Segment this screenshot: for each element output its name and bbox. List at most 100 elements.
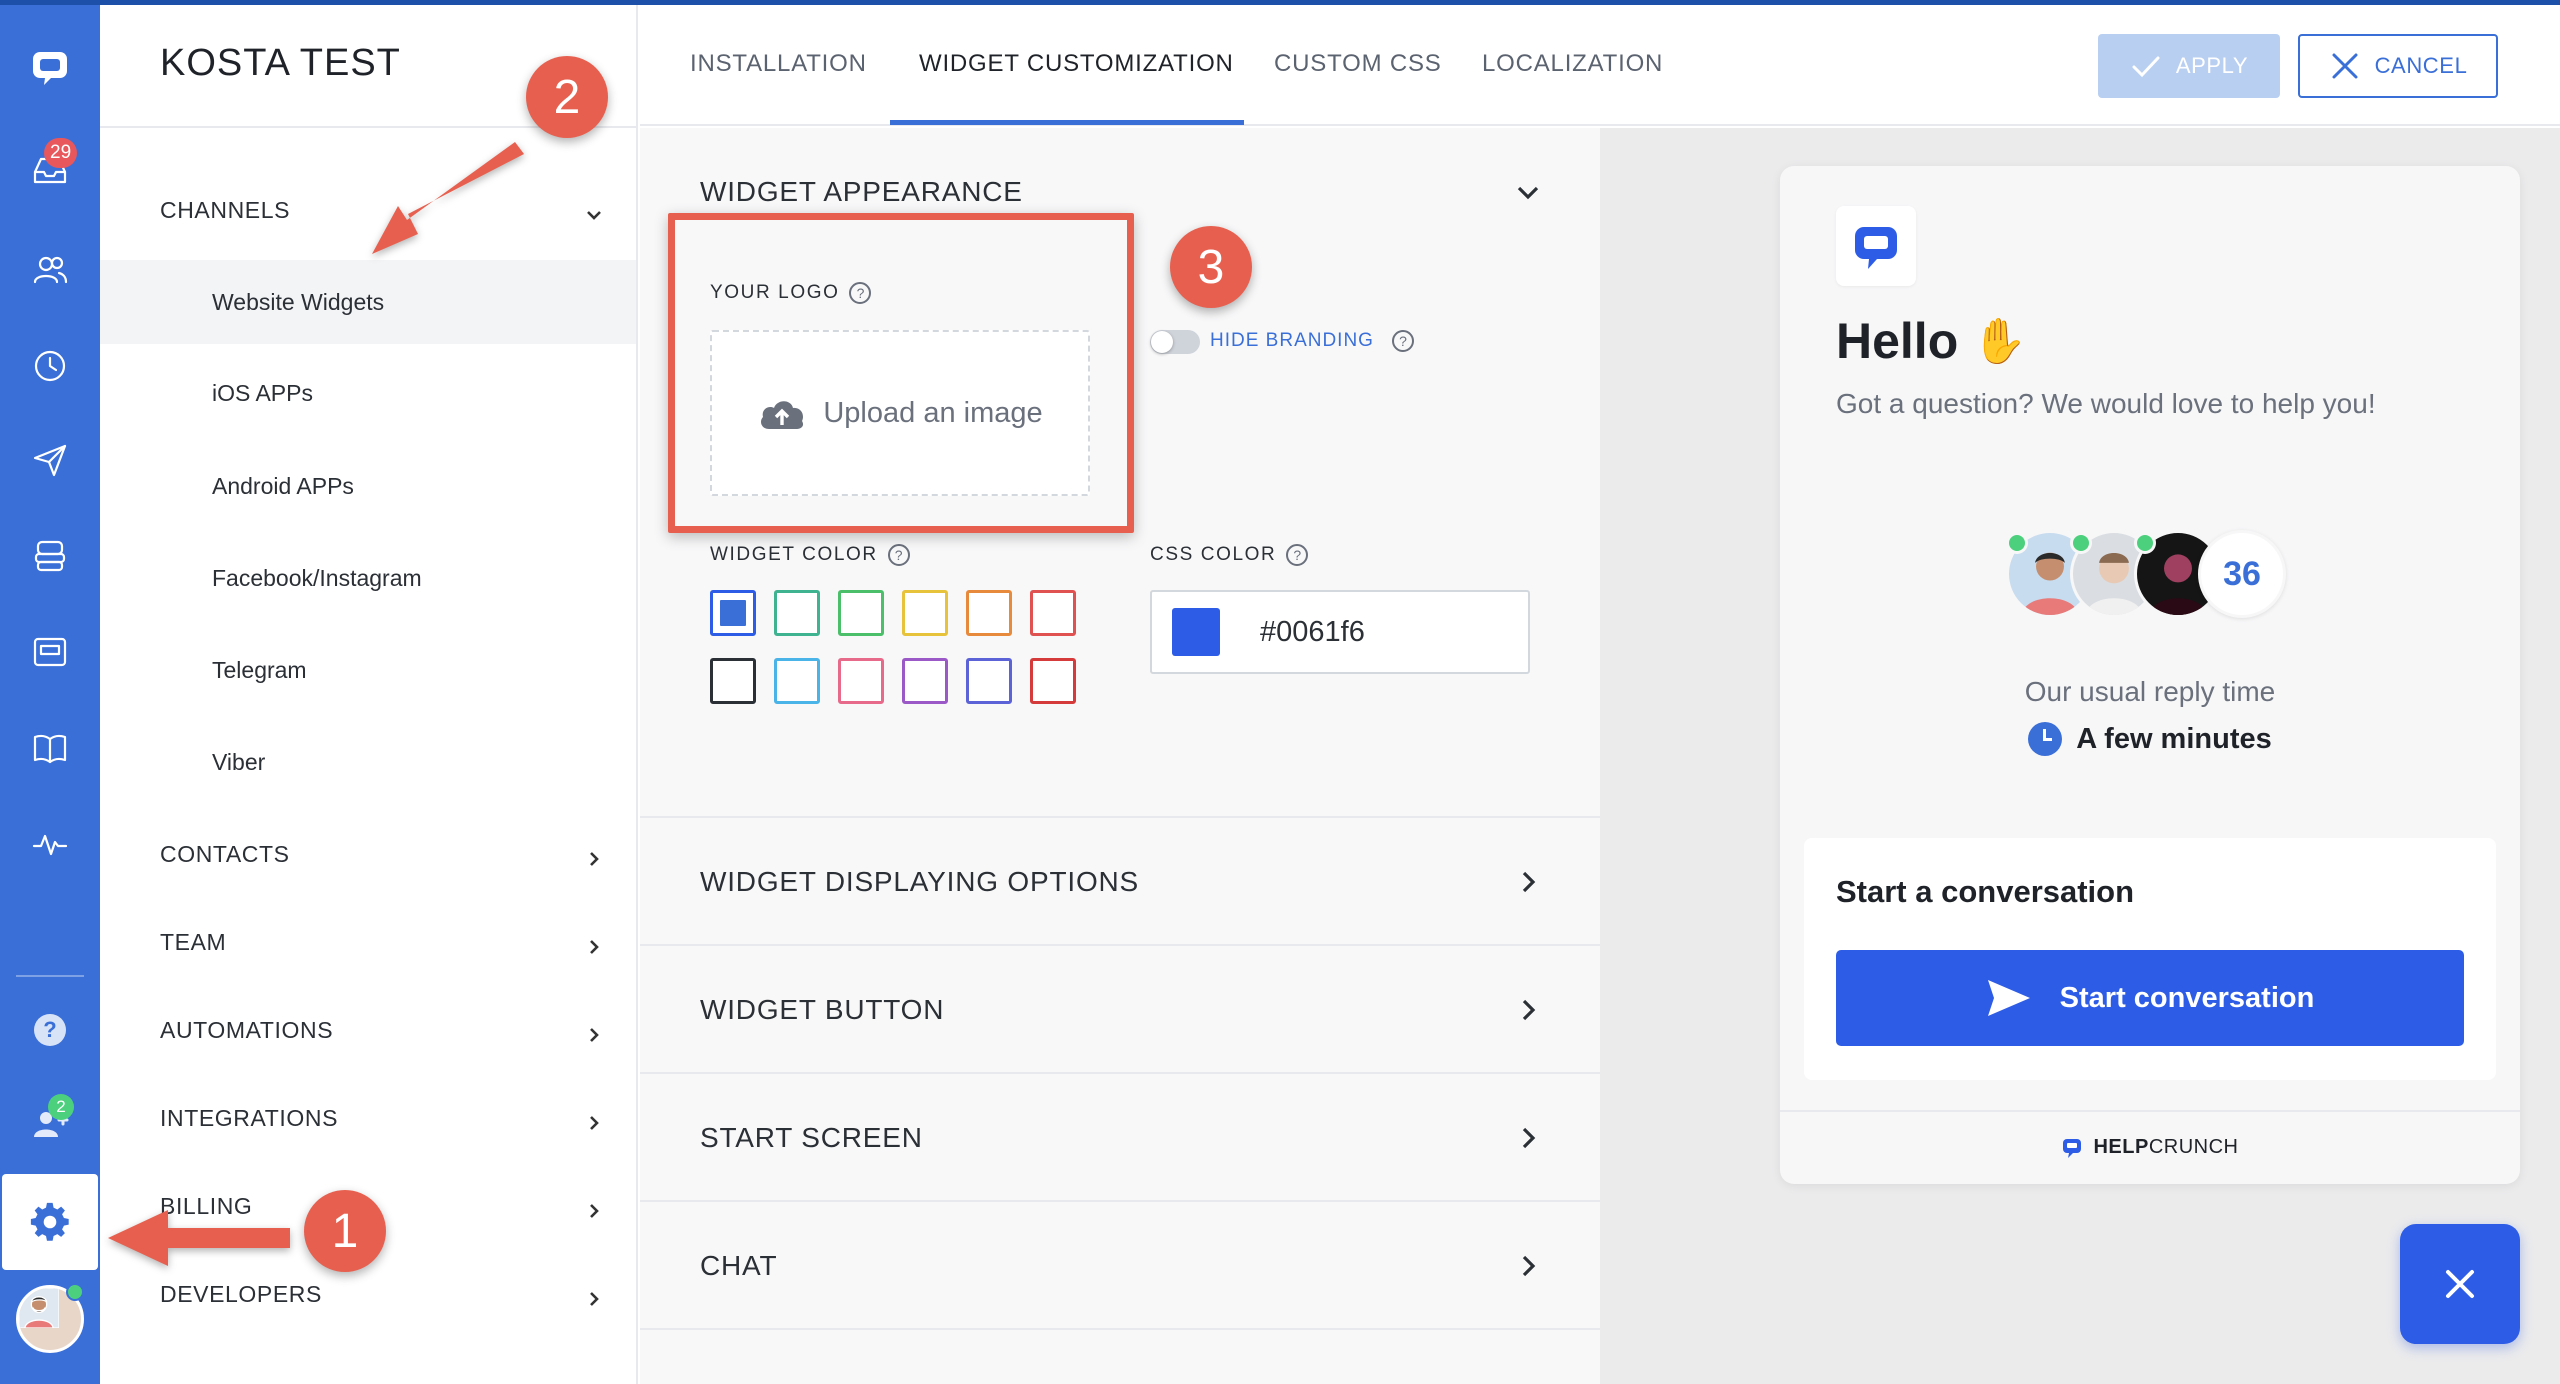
- nav-integrations[interactable]: INTEGRATIONS: [100, 1078, 636, 1158]
- chevron-right-icon: [586, 1022, 602, 1042]
- hide-branding: HIDE BRANDING ?: [1210, 330, 1414, 352]
- cancel-label: CANCEL: [2374, 53, 2468, 78]
- knowledge-card-icon[interactable]: [20, 622, 80, 682]
- icon-rail: 29 ? 2: [0, 0, 100, 1384]
- nav-website-widgets[interactable]: Website Widgets: [100, 260, 636, 344]
- color-preview-chip[interactable]: [1172, 608, 1220, 656]
- nav-telegram[interactable]: Telegram: [100, 630, 636, 710]
- nav-label: INTEGRATIONS: [160, 1104, 339, 1131]
- active-tab-indicator: [890, 120, 1244, 125]
- book-icon[interactable]: [20, 718, 80, 778]
- help-question-icon[interactable]: ?: [1286, 544, 1309, 566]
- hello-text: Hello: [1836, 313, 1959, 369]
- nav-label: BILLING: [160, 1192, 253, 1219]
- nav-label: Telegram: [212, 656, 307, 683]
- hide-branding-label: HIDE BRANDING: [1210, 330, 1374, 351]
- start-conversation-button[interactable]: Start conversation: [1836, 950, 2464, 1046]
- helpcrunch-logo-icon: [2063, 1138, 2082, 1158]
- color-swatch[interactable]: [966, 590, 1012, 636]
- logo-chat-icon[interactable]: [20, 38, 80, 98]
- color-swatch[interactable]: [902, 658, 948, 704]
- activity-pulse-icon[interactable]: [20, 814, 80, 874]
- hello-heading: Hello ✋: [1836, 312, 2027, 370]
- help-question-icon[interactable]: ?: [887, 544, 910, 566]
- help-question-icon[interactable]: ?: [1391, 330, 1414, 352]
- chevron-right-icon: [586, 846, 602, 866]
- close-icon: [2332, 53, 2358, 79]
- rail-divider: [16, 975, 84, 977]
- chevron-right-icon: [586, 1198, 602, 1218]
- color-swatch[interactable]: [774, 658, 820, 704]
- tab-localization[interactable]: LOCALIZATION: [1482, 50, 1663, 78]
- color-swatch[interactable]: [710, 590, 756, 636]
- widget-close-button[interactable]: [2400, 1224, 2520, 1344]
- nav-label: Android APPs: [212, 472, 354, 499]
- color-swatch[interactable]: [838, 590, 884, 636]
- color-swatch[interactable]: [966, 658, 1012, 704]
- nav-label: DEVELOPERS: [160, 1280, 322, 1307]
- nav-label: Facebook/Instagram: [212, 564, 422, 591]
- section-title: WIDGET BUTTON: [700, 994, 945, 1025]
- tab-custom-css[interactable]: CUSTOM CSS: [1274, 50, 1442, 78]
- nav-developers[interactable]: DEVELOPERS: [100, 1254, 636, 1334]
- apply-button[interactable]: APPLY: [2098, 34, 2280, 98]
- chevron-right-icon: [586, 934, 602, 954]
- inbox-badge: 29: [44, 138, 78, 168]
- widget-logo-icon: [1836, 206, 1916, 286]
- help-icon[interactable]: ?: [20, 1000, 80, 1060]
- color-swatch[interactable]: [1030, 590, 1076, 636]
- nav-ios-apps[interactable]: iOS APPs: [100, 353, 636, 433]
- reply-time-value: A few minutes: [1780, 722, 2520, 756]
- history-clock-icon[interactable]: [20, 336, 80, 396]
- nav-label: Website Widgets: [212, 288, 385, 315]
- nav-label: TEAM: [160, 928, 227, 955]
- start-conversation-label: Start conversation: [2059, 981, 2315, 1014]
- cancel-button[interactable]: CANCEL: [2298, 34, 2498, 98]
- color-swatch[interactable]: [774, 590, 820, 636]
- nav-android-apps[interactable]: Android APPs: [100, 446, 636, 526]
- online-status-dot: [2070, 532, 2092, 554]
- conversation-title: Start a conversation: [1836, 874, 2135, 909]
- brand-rest: CRUNCH: [2148, 1136, 2239, 1158]
- nav-team[interactable]: TEAM: [100, 902, 636, 982]
- nav-facebook-instagram[interactable]: Facebook/Instagram: [100, 538, 636, 618]
- widget-color-label: WIDGET COLOR ?: [710, 544, 910, 566]
- bot-icon[interactable]: [20, 526, 80, 586]
- section-title[interactable]: WIDGET APPEARANCE: [700, 176, 1023, 208]
- nav-contacts[interactable]: CONTACTS: [100, 814, 636, 894]
- section-title: CHAT: [700, 1250, 778, 1281]
- nav-channels[interactable]: CHANNELS: [100, 170, 636, 250]
- send-icon: [1987, 980, 2030, 1016]
- team-avatars: 36: [2006, 530, 2306, 620]
- color-swatch[interactable]: [902, 590, 948, 636]
- close-icon: [2446, 1270, 2474, 1298]
- hide-branding-toggle[interactable]: [1150, 330, 1200, 354]
- nav-viber[interactable]: Viber: [100, 722, 636, 802]
- nav-label: iOS APPs: [212, 379, 313, 406]
- tab-installation[interactable]: INSTALLATION: [690, 50, 867, 78]
- chevron-right-icon: [1516, 870, 1540, 894]
- css-color-input[interactable]: #0061f6: [1150, 590, 1530, 674]
- chevron-right-icon: [1516, 1126, 1540, 1150]
- apply-label: APPLY: [2175, 53, 2249, 78]
- tab-widget-customization[interactable]: WIDGET CUSTOMIZATION: [919, 50, 1234, 78]
- send-message-icon[interactable]: [20, 430, 80, 490]
- start-conversation-card: Start a conversation Start conversation: [1804, 838, 2496, 1080]
- svg-text:?: ?: [43, 1017, 56, 1042]
- settings-gear-icon[interactable]: [2, 1174, 98, 1270]
- color-swatch[interactable]: [710, 658, 756, 704]
- annotation-step-2: 2: [526, 56, 608, 138]
- powered-by-brand[interactable]: HELPCRUNCH: [1780, 1136, 2520, 1159]
- css-color-value: #0061f6: [1260, 615, 1365, 648]
- widget-button-section[interactable]: WIDGET BUTTON: [640, 948, 1600, 1074]
- chevron-down-icon[interactable]: [1516, 180, 1540, 204]
- start-screen-section[interactable]: START SCREEN: [640, 1076, 1600, 1202]
- chat-section[interactable]: CHAT: [640, 1204, 1600, 1330]
- nav-label: CHANNELS: [160, 196, 291, 223]
- nav-automations[interactable]: AUTOMATIONS: [100, 990, 636, 1070]
- color-swatch[interactable]: [1030, 658, 1076, 704]
- color-swatch[interactable]: [838, 658, 884, 704]
- contacts-icon[interactable]: [20, 240, 80, 300]
- annotation-step-3: 3: [1170, 226, 1252, 308]
- widget-displaying-options-section[interactable]: WIDGET DISPLAYING OPTIONS: [640, 820, 1600, 946]
